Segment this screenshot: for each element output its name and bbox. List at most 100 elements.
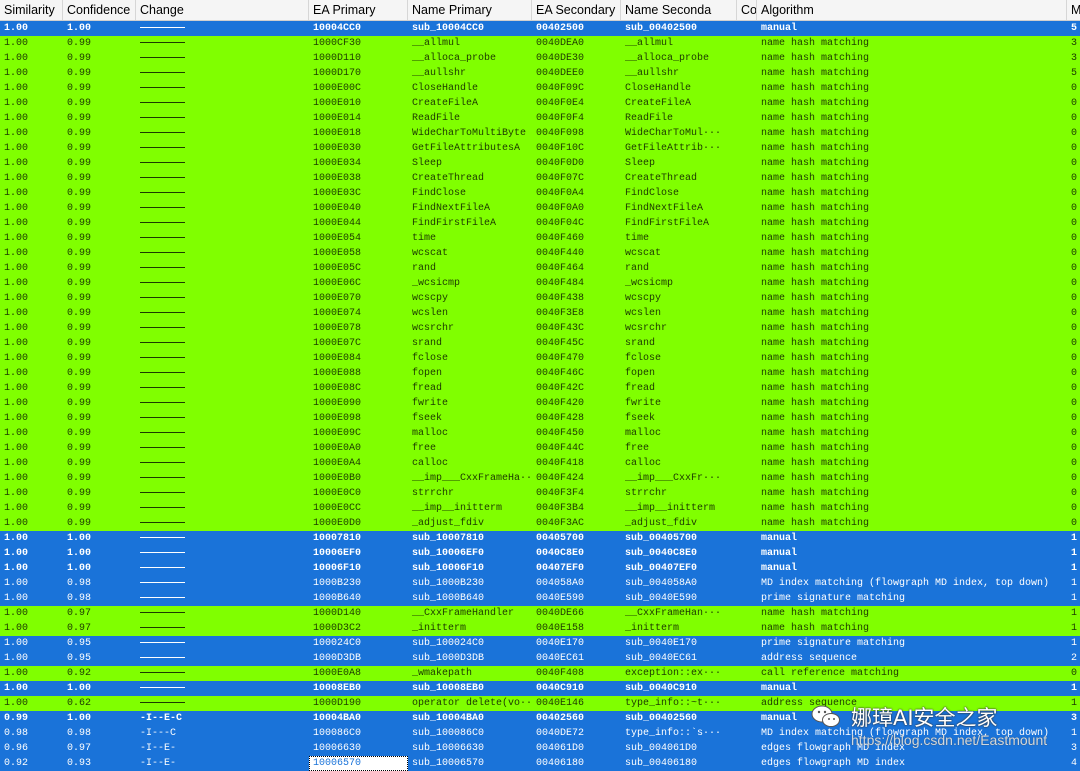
- table-row[interactable]: 1.00 0.95 100024C0 sub_100024C0 0040E170 sub_…: [0, 636, 1080, 651]
- column-header-change[interactable]: Change: [136, 0, 309, 20]
- column-header-ea-secondary[interactable]: EA Secondary: [532, 0, 621, 20]
- column-header-confidence[interactable]: Confidence: [63, 0, 136, 20]
- table-row[interactable]: 1.00 0.99 1000E030 GetFileAttributesA 0040F1…: [0, 141, 1080, 156]
- table-row[interactable]: 1.00 1.00 10004CC0 sub_10004CC0 00402500 sub_…: [0, 21, 1080, 36]
- column-header-name-primary[interactable]: Name Primary: [408, 0, 532, 20]
- table-row[interactable]: 1.00 0.99 1000E044 FindFirstFileA 0040F04C Fi…: [0, 216, 1080, 231]
- table-row[interactable]: 1.00 0.99 1000D110 __alloca_probe 0040DE30 __…: [0, 51, 1080, 66]
- column-header-ea-primary[interactable]: EA Primary: [309, 0, 408, 20]
- cell-change: -I--E-: [140, 758, 177, 769]
- table-row[interactable]: 1.00 0.99 1000E0D0 _adjust_fdiv 0040F3AC _adj…: [0, 516, 1080, 531]
- table-row[interactable]: 1.00 0.97 1000D140 __CxxFrameHandler 0040DE6…: [0, 606, 1080, 621]
- table-row[interactable]: 1.00 1.00 10006EF0 sub_10006EF0 0040C8E0 sub_…: [0, 546, 1080, 561]
- table-row[interactable]: 0.92 0.93 -I--E- 10006570 sub_10006570 004061…: [0, 756, 1080, 771]
- table-row[interactable]: 1.00 0.99 1000E058 wcscat 0040F440 wcscat name…: [0, 246, 1080, 261]
- cell-name-secondary: _adjust_fdiv: [625, 518, 698, 529]
- cell-ea-secondary: 0040F428: [536, 413, 585, 424]
- cell-similarity: 1.00: [4, 128, 29, 139]
- table-row[interactable]: 1.00 0.99 1000E078 wcsrchr 0040F43C wcsrchr na…: [0, 321, 1080, 336]
- table-row[interactable]: 0.96 0.97 -I--E- 10006630 sub_10006630 004061…: [0, 741, 1080, 756]
- cell-similarity: 1.00: [4, 683, 29, 694]
- table-row[interactable]: 1.00 0.99 1000E040 FindNextFileA 0040F0A0 Fin…: [0, 201, 1080, 216]
- table-row[interactable]: 1.00 0.99 1000E070 wcscpy 0040F438 wcscpy name…: [0, 291, 1080, 306]
- cell-ea-primary: 1000E074: [313, 308, 362, 319]
- change-line: [140, 341, 185, 343]
- table-row[interactable]: 0.99 1.00 -I--E-C 10004BA0 sub_10004BA0 00402…: [0, 711, 1080, 726]
- table-row[interactable]: 1.00 0.99 1000E014 ReadFile 0040F0F4 ReadFile…: [0, 111, 1080, 126]
- table-row[interactable]: 1.00 0.95 1000D3DB sub_1000D3DB 0040EC61 sub_…: [0, 651, 1080, 666]
- table-row[interactable]: 1.00 1.00 10007810 sub_10007810 00405700 sub_…: [0, 531, 1080, 546]
- cell-comments: [737, 186, 757, 201]
- column-header-comments[interactable]: Co: [737, 0, 757, 20]
- cell-similarity: 1.00: [4, 218, 29, 229]
- table-row[interactable]: 1.00 0.98 1000B230 sub_1000B230 004058A0 sub_…: [0, 576, 1080, 591]
- cell-confidence: 1.00: [67, 23, 92, 34]
- table-row[interactable]: 1.00 0.99 1000E098 fseek 0040F428 fseek name h…: [0, 411, 1080, 426]
- cell-comments: [737, 201, 757, 216]
- column-header-similarity[interactable]: Similarity: [0, 0, 63, 20]
- cell-ea-primary: 1000E0D0: [313, 518, 362, 529]
- cell-name-primary: _wcsicmp: [412, 278, 461, 289]
- cell-name-secondary: __imp___CxxFr···: [625, 473, 722, 484]
- table-row[interactable]: 1.00 0.99 1000E08C fread 0040F42C fread name h…: [0, 381, 1080, 396]
- cell-similarity: 1.00: [4, 113, 29, 124]
- cell-name-primary: malloc: [412, 428, 449, 439]
- cell-matches: 0: [1071, 428, 1078, 439]
- table-row[interactable]: 1.00 0.98 1000B640 sub_1000B640 0040E590 sub_…: [0, 591, 1080, 606]
- table-row[interactable]: 1.00 0.99 1000E090 fwrite 0040F420 fwrite name…: [0, 396, 1080, 411]
- cell-comments: [737, 81, 757, 96]
- cell-change: [136, 681, 309, 696]
- table-row[interactable]: 1.00 0.99 1000E054 time 0040F460 time name has…: [0, 231, 1080, 246]
- table-row[interactable]: 1.00 0.99 1000D170 __aullshr 0040DEE0 __aulls…: [0, 66, 1080, 81]
- cell-similarity: 1.00: [4, 548, 29, 559]
- table-row[interactable]: 1.00 1.00 10006F10 sub_10006F10 00407EF0 sub_…: [0, 561, 1080, 576]
- table-row[interactable]: 1.00 0.99 1000CF30 __allmul 0040DEA0 __allmul…: [0, 36, 1080, 51]
- table-row[interactable]: 1.00 0.99 1000E088 fopen 0040F46C fopen name h…: [0, 366, 1080, 381]
- table-row[interactable]: 1.00 0.99 1000E018 WideCharToMultiByte 0040F…: [0, 126, 1080, 141]
- table-row[interactable]: 1.00 1.00 10008EB0 sub_10008EB0 0040C910 sub_…: [0, 681, 1080, 696]
- cell-algorithm: name hash matching: [761, 473, 870, 484]
- table-row[interactable]: 1.00 0.99 1000E010 CreateFileA 0040F0E4 Creat…: [0, 96, 1080, 111]
- cell-name-primary: ReadFile: [412, 113, 461, 124]
- table-row[interactable]: 1.00 0.92 1000E0A8 _wmakepath 0040F408 except…: [0, 666, 1080, 681]
- column-header-name-secondary[interactable]: Name Seconda: [621, 0, 737, 20]
- cell-confidence: 0.92: [67, 668, 92, 679]
- cell-change: [136, 591, 309, 606]
- table-row[interactable]: 1.00 0.99 1000E0A0 free 0040F44C free name has…: [0, 441, 1080, 456]
- table-row[interactable]: 1.00 0.99 1000E0B0 __imp___CxxFrameHa··· 004…: [0, 471, 1080, 486]
- cell-comments: [737, 681, 757, 696]
- cell-ea-secondary: 0040F098: [536, 128, 585, 139]
- cell-ea-primary: 1000D190: [313, 698, 362, 709]
- table-row[interactable]: 1.00 0.62 1000D190 operator delete(vo··· 004…: [0, 696, 1080, 711]
- table-row[interactable]: 1.00 0.99 1000E0A4 calloc 0040F418 calloc name…: [0, 456, 1080, 471]
- table-row[interactable]: 1.00 0.99 1000E06C _wcsicmp 0040F484 _wcsicmp…: [0, 276, 1080, 291]
- cell-name-secondary: __CxxFrameHan···: [625, 608, 722, 619]
- table-row[interactable]: 1.00 0.99 1000E05C rand 0040F464 rand name has…: [0, 261, 1080, 276]
- cell-matches: 0: [1071, 293, 1078, 304]
- cell-change: [136, 381, 309, 396]
- table-row[interactable]: 1.00 0.99 1000E0C0 strrchr 0040F3F4 strrchr na…: [0, 486, 1080, 501]
- change-line: [140, 566, 185, 568]
- table-row[interactable]: 1.00 0.99 1000E038 CreateThread 0040F07C Crea…: [0, 171, 1080, 186]
- table-row[interactable]: 1.00 0.99 1000E084 fclose 0040F470 fclose name…: [0, 351, 1080, 366]
- table-row[interactable]: 1.00 0.99 1000E03C FindClose 0040F0A4 FindClo…: [0, 186, 1080, 201]
- cell-change: [136, 336, 309, 351]
- cell-name-primary: sub_10006F10: [412, 563, 485, 574]
- column-header-matches[interactable]: Matche: [1067, 0, 1080, 20]
- cell-confidence: 0.99: [67, 443, 92, 454]
- cell-ea-secondary: 0040F0F4: [536, 113, 585, 124]
- cell-change: [136, 696, 309, 711]
- table-row[interactable]: 1.00 0.99 1000E0CC __imp__initterm 0040F3B4 _…: [0, 501, 1080, 516]
- table-row[interactable]: 1.00 0.99 1000E00C CloseHandle 0040F09C Close…: [0, 81, 1080, 96]
- table-row[interactable]: 1.00 0.99 1000E07C srand 0040F45C srand name h…: [0, 336, 1080, 351]
- cell-comments: [737, 471, 757, 486]
- cell-confidence: 0.99: [67, 38, 92, 49]
- table-row[interactable]: 1.00 0.97 1000D3C2 _initterm 0040E158 _initte…: [0, 621, 1080, 636]
- table-row[interactable]: 1.00 0.99 1000E074 wcslen 0040F3E8 wcslen name…: [0, 306, 1080, 321]
- table-row[interactable]: 1.00 0.99 1000E034 Sleep 0040F0D0 Sleep name h…: [0, 156, 1080, 171]
- cell-similarity: 1.00: [4, 383, 29, 394]
- table-row[interactable]: 1.00 0.99 1000E09C malloc 0040F450 malloc name…: [0, 426, 1080, 441]
- table-row[interactable]: 0.98 0.98 -I---C 100086C0 sub_100086C0 0040DE…: [0, 726, 1080, 741]
- cell-matches: 1: [1071, 608, 1078, 619]
- column-header-algorithm[interactable]: Algorithm: [757, 0, 1067, 20]
